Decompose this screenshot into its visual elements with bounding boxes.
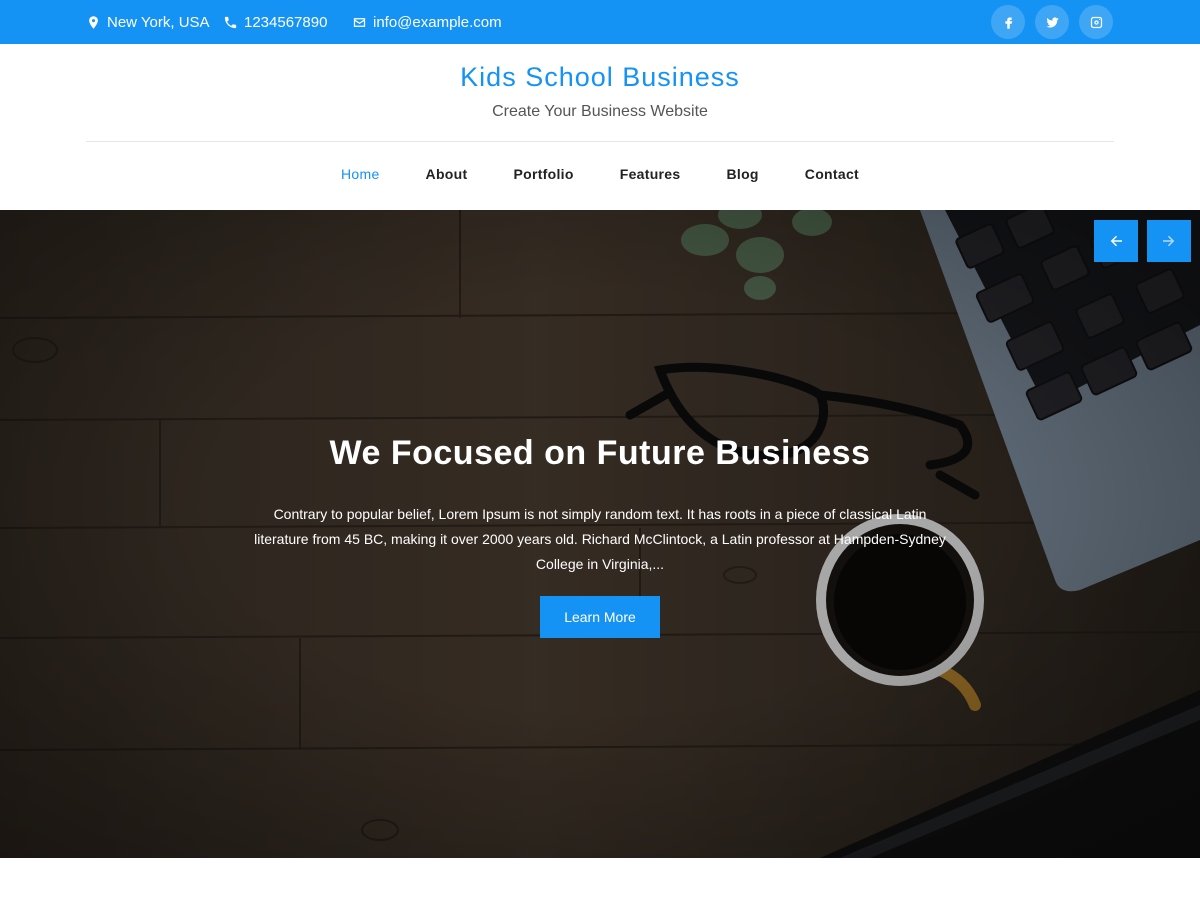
site-title[interactable]: Kids School Business: [0, 62, 1200, 93]
main-nav: Home About Portfolio Features Blog Conta…: [0, 166, 1200, 182]
twitter-link[interactable]: [1035, 5, 1069, 39]
nav-item-about[interactable]: About: [426, 166, 468, 182]
facebook-link[interactable]: [991, 5, 1025, 39]
nav-item-home[interactable]: Home: [341, 166, 380, 182]
instagram-link[interactable]: [1079, 5, 1113, 39]
slider-prev-button[interactable]: [1094, 220, 1138, 262]
phone-text: 1234567890: [244, 13, 328, 31]
nav-item-features[interactable]: Features: [620, 166, 681, 182]
header-divider: [86, 141, 1114, 142]
email-info[interactable]: info@example.com: [352, 0, 502, 44]
envelope-icon: [353, 17, 366, 27]
nav-item-blog[interactable]: Blog: [726, 166, 758, 182]
location-info: New York, USA: [86, 0, 210, 44]
top-bar: New York, USA 1234567890 info@example.co…: [0, 0, 1200, 44]
nav-item-contact[interactable]: Contact: [805, 166, 859, 182]
twitter-icon: [1045, 16, 1059, 28]
map-marker-icon: [89, 15, 98, 29]
learn-more-button[interactable]: Learn More: [540, 596, 660, 638]
arrow-right-icon: [1163, 235, 1175, 247]
arrow-left-icon: [1110, 235, 1122, 247]
hero-slider: We Focused on Future Business Contrary t…: [0, 210, 1200, 858]
phone-icon: [224, 16, 237, 28]
instagram-icon: [1090, 16, 1102, 28]
facebook-icon: [1004, 17, 1012, 29]
email-text: info@example.com: [373, 13, 502, 31]
hero-description: Contrary to popular belief, Lorem Ipsum …: [254, 506, 946, 572]
phone-info[interactable]: 1234567890: [223, 0, 327, 44]
hero-title: We Focused on Future Business: [329, 434, 871, 472]
site-tagline: Create Your Business Website: [492, 103, 708, 120]
location-text: New York, USA: [107, 13, 210, 31]
slider-next-button[interactable]: [1147, 220, 1191, 262]
nav-item-portfolio[interactable]: Portfolio: [513, 166, 573, 182]
